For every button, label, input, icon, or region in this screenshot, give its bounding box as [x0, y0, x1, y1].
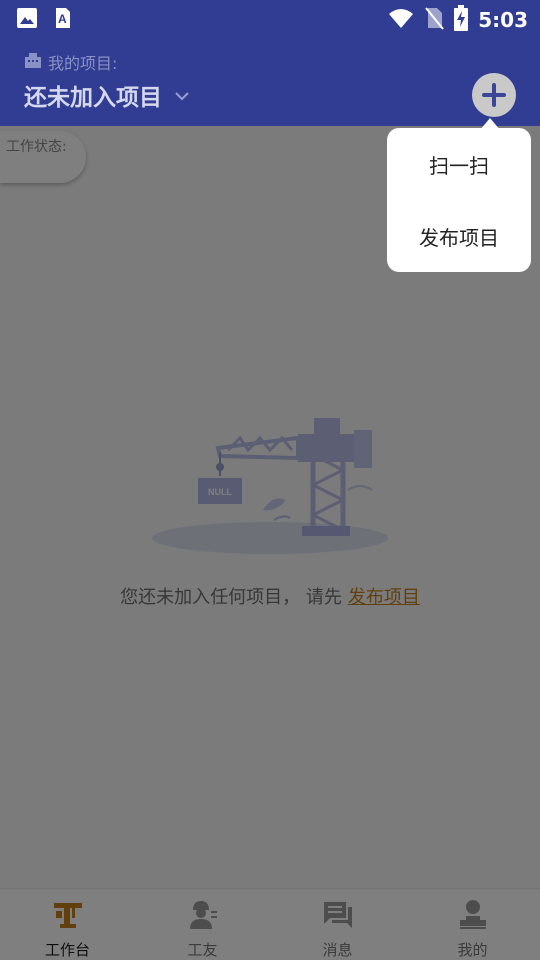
- project-subtitle-row: 我的项目:: [24, 50, 117, 74]
- add-icon[interactable]: [472, 73, 516, 117]
- project-subtitle: 我的项目:: [48, 54, 118, 73]
- popup-menu: 扫一扫 发布项目: [387, 128, 531, 272]
- project-header: 我的项目: 还未加入项目: [0, 36, 540, 126]
- image-icon: [16, 7, 38, 33]
- menu-item-scan[interactable]: 扫一扫: [387, 150, 531, 179]
- svg-text:A: A: [58, 12, 67, 26]
- wifi-icon: [388, 7, 414, 33]
- project-title: 还未加入项目: [24, 85, 162, 111]
- chevron-down-icon: [174, 82, 190, 108]
- project-selector[interactable]: 还未加入项目: [24, 78, 190, 112]
- menu-item-publish-project[interactable]: 发布项目: [387, 222, 531, 251]
- status-bar: A 5:03: [0, 0, 540, 36]
- no-sim-icon: [424, 6, 445, 34]
- text-a-icon: A: [54, 7, 72, 33]
- status-time: 5:03: [478, 8, 528, 32]
- app-page: A 5:03 我的项目: 还未加入项目 扫一扫 发布项目: [0, 0, 540, 960]
- battery-charging-icon: [454, 5, 469, 35]
- building-icon: [24, 52, 42, 72]
